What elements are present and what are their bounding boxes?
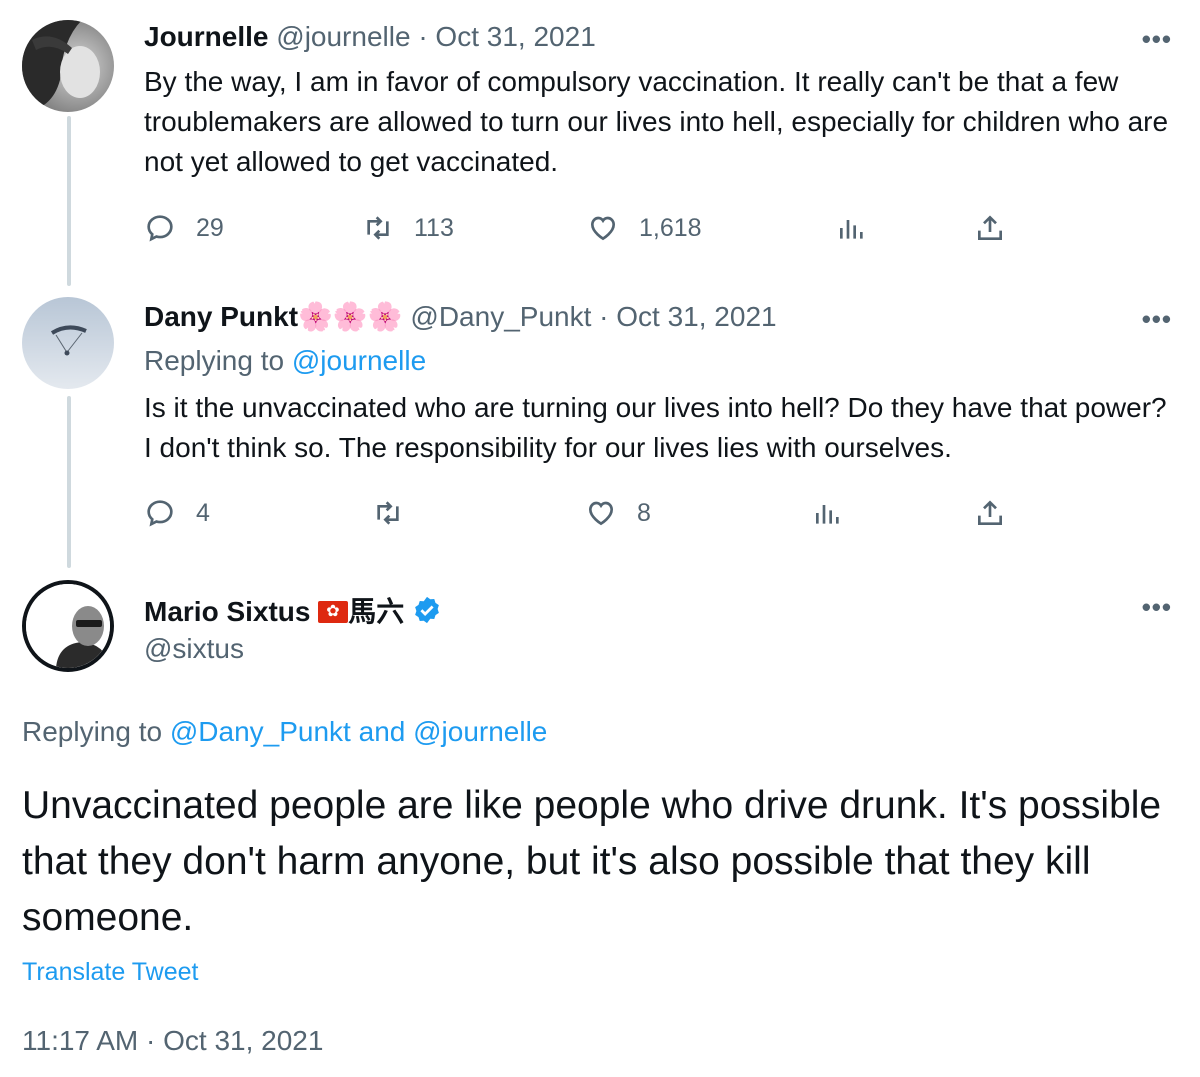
replying-prefix: Replying to xyxy=(144,345,285,376)
retweet-icon xyxy=(377,501,399,525)
tweet-text: By the way, I am in favor of compulsory … xyxy=(144,66,1169,177)
verified-badge-icon xyxy=(415,596,439,624)
retweet-icon xyxy=(367,216,389,240)
like-icon xyxy=(590,216,616,241)
analytics-button[interactable] xyxy=(836,212,868,244)
reply-count: 4 xyxy=(196,498,210,527)
more-icon[interactable]: ••• xyxy=(1142,24,1172,55)
display-name-suffix: 馬六 xyxy=(348,596,405,627)
retweet-button[interactable] xyxy=(372,497,424,529)
analytics-icon xyxy=(816,505,839,524)
tweet-header: Mario Sixtus ✿ 馬六 xyxy=(144,590,442,630)
replying-prefix: Replying to xyxy=(22,716,163,747)
replying-to-link[interactable]: @journelle xyxy=(292,345,426,376)
share-button[interactable] xyxy=(974,212,1006,244)
analytics-button[interactable] xyxy=(812,497,844,529)
tweet-header: Journelle @journelle · Oct 31, 2021 xyxy=(144,21,596,53)
replying-to: Replying to @Dany_Punkt and @journelle xyxy=(22,716,547,748)
handle[interactable]: @journelle xyxy=(276,21,410,52)
handle[interactable]: @sixtus xyxy=(144,633,244,664)
avatar-journelle[interactable] xyxy=(22,20,114,112)
display-name[interactable]: Mario Sixtus xyxy=(144,596,310,627)
tweet-timestamp[interactable]: 11:17 AM · Oct 31, 2021 xyxy=(22,1025,323,1057)
replying-to-link[interactable]: @Dany_Punkt and @journelle xyxy=(170,716,548,747)
cherry-blossom-emoji: 🌸🌸🌸 xyxy=(298,301,403,332)
reply-icon xyxy=(147,215,173,242)
reply-icon xyxy=(147,500,173,527)
thread-line-1 xyxy=(67,116,71,286)
like-count: 8 xyxy=(637,498,651,527)
analytics-icon xyxy=(840,220,863,239)
tweet-date[interactable]: · Oct 31, 2021 xyxy=(599,301,776,332)
reply-count: 29 xyxy=(196,213,224,242)
display-name[interactable]: Journelle xyxy=(144,21,268,52)
like-button[interactable]: 8 xyxy=(585,497,651,529)
thread-line-2 xyxy=(67,396,71,568)
translate-tweet-link[interactable]: Translate Tweet xyxy=(22,958,198,987)
share-button[interactable] xyxy=(974,497,1006,529)
like-icon xyxy=(588,501,614,526)
tweet-header: Dany Punkt🌸🌸🌸 @Dany_Punkt · Oct 31, 2021 xyxy=(144,300,777,333)
handle-line: @sixtus xyxy=(144,633,244,665)
tweet-text: Unvaccinated people are like people who … xyxy=(22,784,1162,939)
share-icon xyxy=(978,500,1002,525)
handle[interactable]: @Dany_Punkt xyxy=(410,301,591,332)
more-icon[interactable]: ••• xyxy=(1142,592,1172,623)
avatar-mario-sixtus[interactable] xyxy=(22,580,114,672)
like-button[interactable]: 1,618 xyxy=(587,212,702,244)
share-icon xyxy=(978,215,1002,240)
retweet-button[interactable]: 113 xyxy=(362,212,454,244)
reply-button[interactable]: 29 xyxy=(144,212,224,244)
replying-to: Replying to @journelle xyxy=(144,345,426,377)
reply-button[interactable]: 4 xyxy=(144,497,210,529)
tweet-date[interactable]: · Oct 31, 2021 xyxy=(418,21,595,52)
like-count: 1,618 xyxy=(639,213,702,242)
display-name[interactable]: Dany Punkt xyxy=(144,301,298,332)
tweet-text: Is it the unvaccinated who are turning o… xyxy=(144,392,1167,463)
more-icon[interactable]: ••• xyxy=(1142,304,1172,335)
retweet-count: 113 xyxy=(414,213,454,242)
avatar-dany-punkt[interactable] xyxy=(22,297,114,389)
hong-kong-flag-icon: ✿ xyxy=(318,601,349,623)
